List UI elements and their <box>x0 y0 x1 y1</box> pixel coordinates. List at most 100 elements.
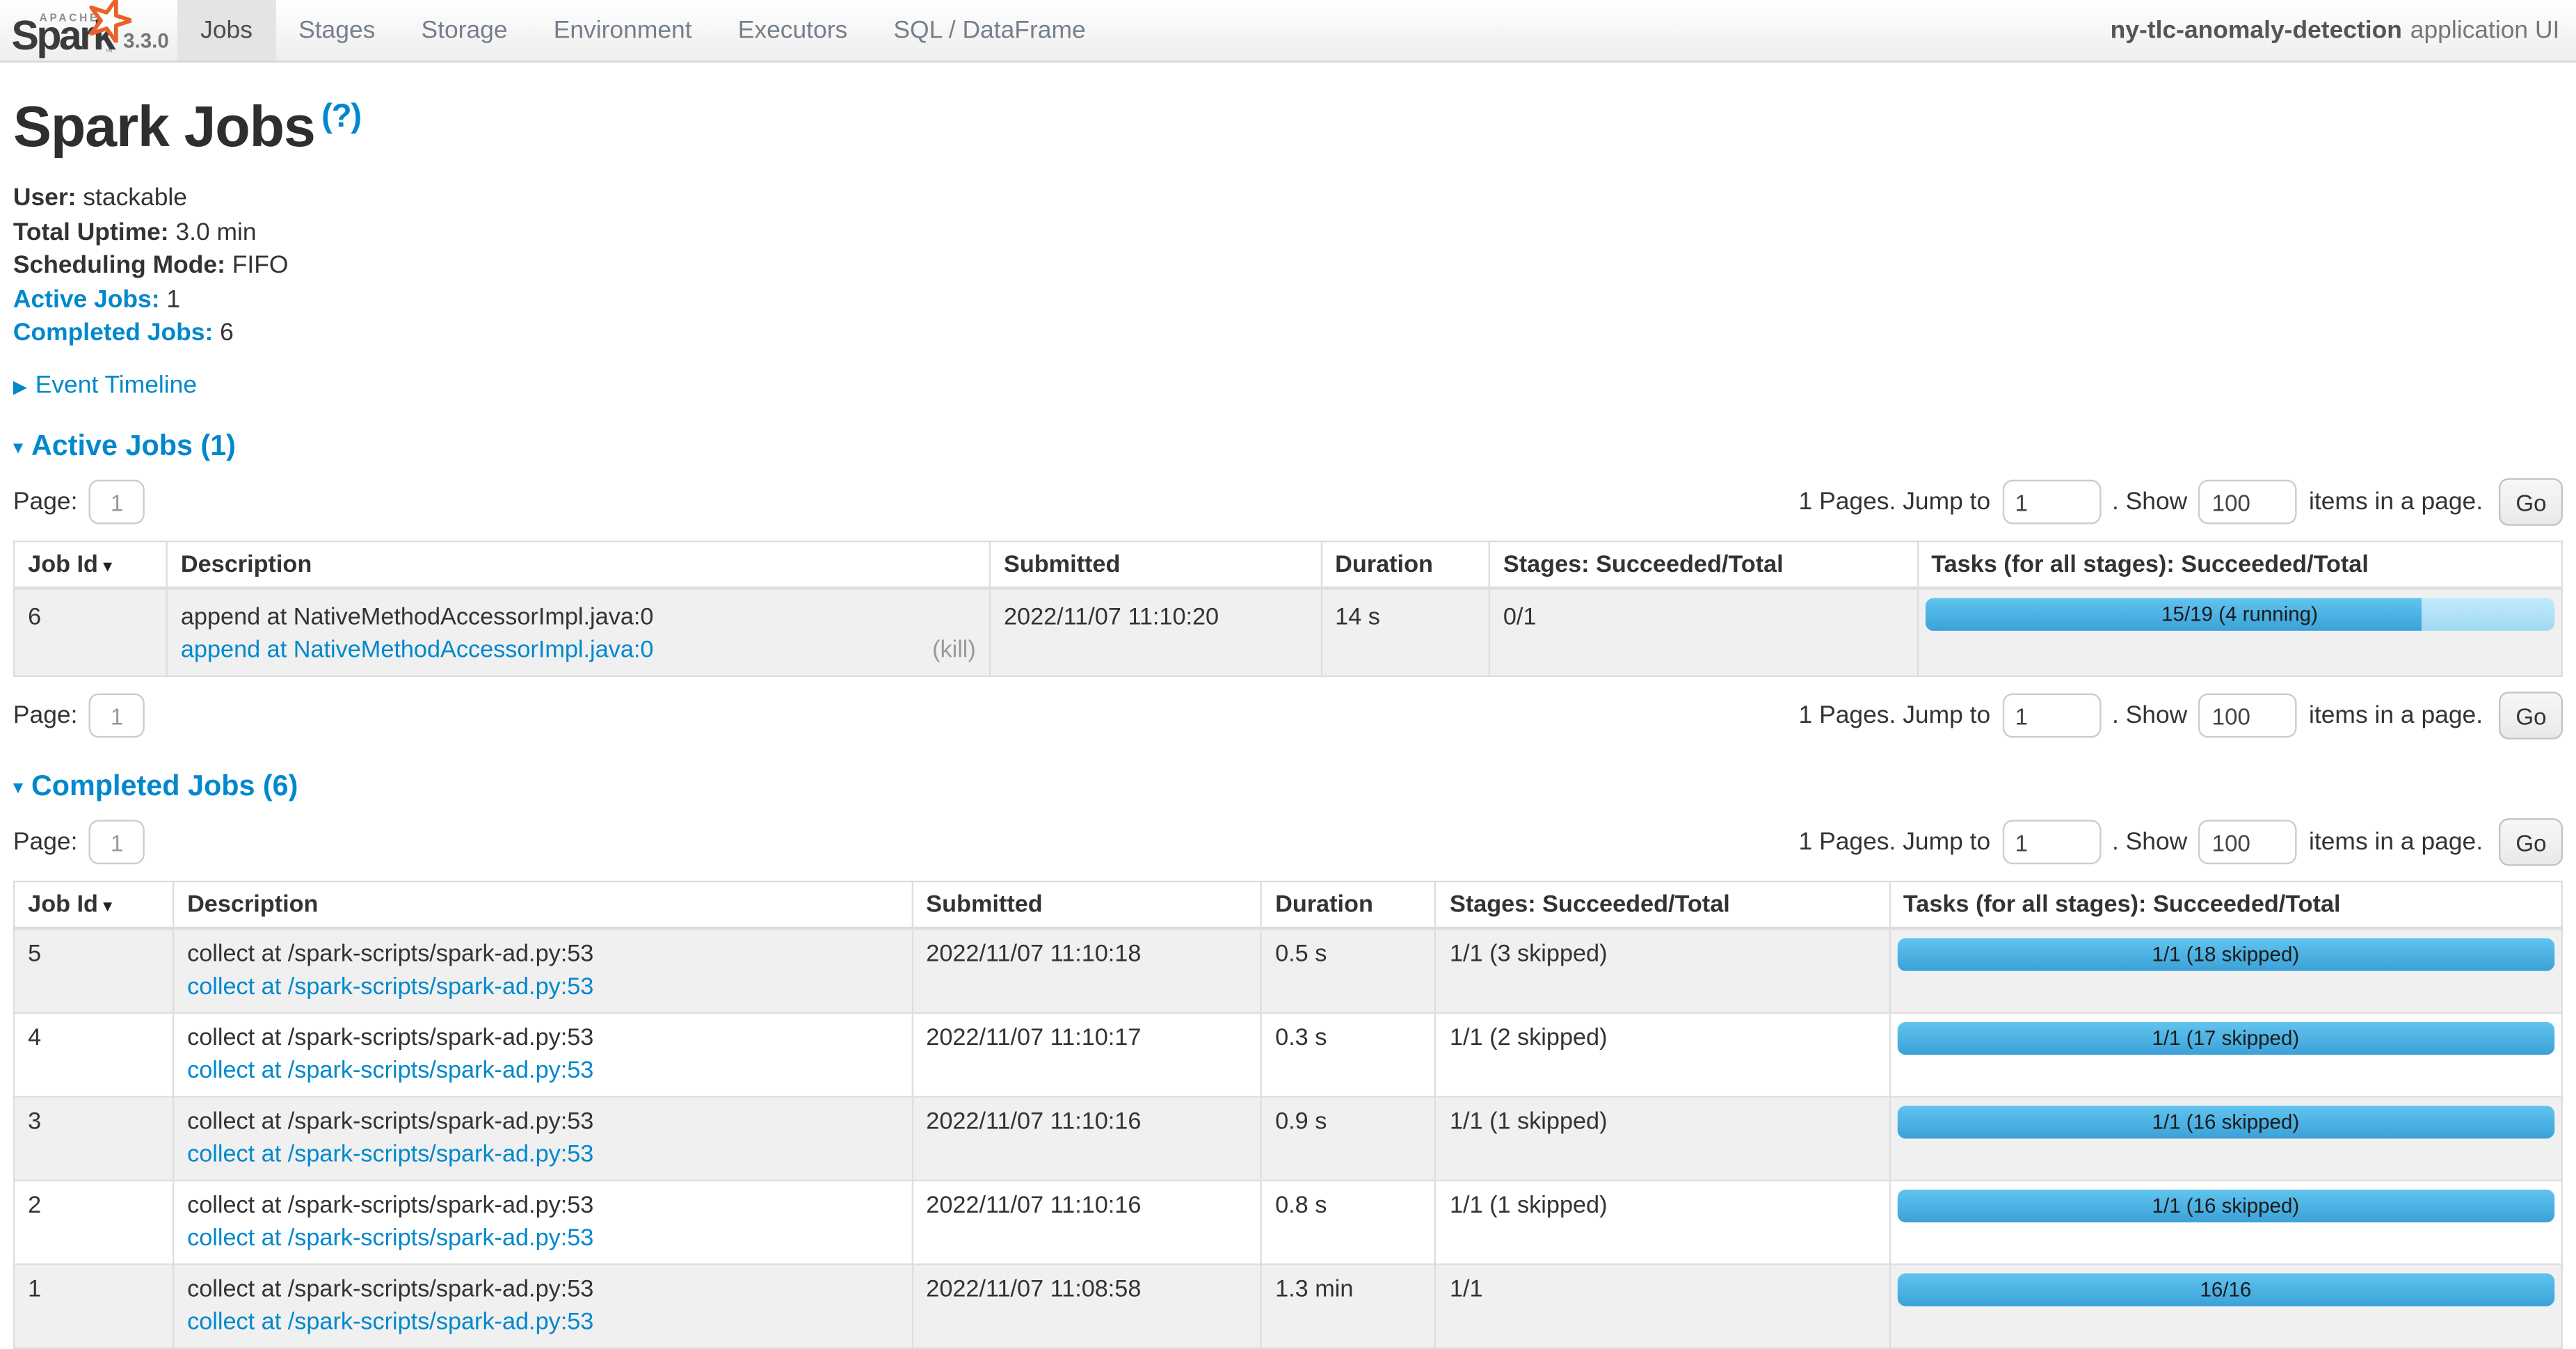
pages-text: 1 Pages. Jump to <box>1799 828 1991 856</box>
duration-cell: 0.8 s <box>1261 1181 1436 1264</box>
application-name-bold: ny-tlc-anomaly-detection <box>2111 17 2402 45</box>
table-row: 2 collect at /spark-scripts/spark-ad.py:… <box>14 1181 2562 1264</box>
table-row: 6 append at NativeMethodAccessorImpl.jav… <box>14 588 2562 676</box>
active-jobs-link[interactable]: Active Jobs: <box>13 285 160 313</box>
tab-sql-dataframe[interactable]: SQL / DataFrame <box>870 0 1108 61</box>
jump-to-input[interactable] <box>2002 820 2101 864</box>
job-description-text: collect at /spark-scripts/spark-ad.py:53 <box>187 1277 898 1303</box>
job-id-cell: 1 <box>14 1264 173 1348</box>
col-header-duration[interactable]: Duration <box>1261 881 1436 928</box>
job-detail-link[interactable]: collect at /spark-scripts/spark-ad.py:53 <box>187 1058 593 1085</box>
duration-cell: 0.3 s <box>1261 1013 1436 1096</box>
tab-jobs[interactable]: Jobs <box>177 0 275 61</box>
sort-arrow-icon: ▾ <box>103 896 112 916</box>
application-name-suffix: application UI <box>2410 17 2560 45</box>
items-per-page-input[interactable] <box>2199 820 2298 864</box>
go-button[interactable]: Go <box>2499 692 2563 739</box>
logo-trademark: ™ <box>105 47 113 56</box>
items-per-page-input[interactable] <box>2199 480 2298 525</box>
spark-logo: APACHE Spark ™ 3.3.0 <box>0 0 164 61</box>
page-label: Page: <box>13 488 78 516</box>
job-id-cell: 5 <box>14 928 173 1013</box>
tasks-progress-bar: 1/1 (16 skipped) <box>1896 1105 2554 1138</box>
col-header-description[interactable]: Description <box>167 541 990 588</box>
tasks-progress-cell: 1/1 (16 skipped) <box>1889 1181 2562 1264</box>
items-text: items in a page. <box>2309 701 2483 729</box>
table-header-row: Job Id▾ Description Submitted Duration S… <box>14 541 2562 588</box>
page-selector: Page: <box>13 480 145 525</box>
progress-label: 1/1 (16 skipped) <box>1896 1105 2554 1138</box>
job-summary-list: User: stackable Total Uptime: 3.0 min Sc… <box>13 184 2563 347</box>
tab-stages[interactable]: Stages <box>275 0 398 61</box>
description-cell: collect at /spark-scripts/spark-ad.py:53… <box>173 1264 912 1348</box>
jump-to-input[interactable] <box>2002 480 2101 525</box>
col-header-stages[interactable]: Stages: Succeeded/Total <box>1489 541 1917 588</box>
tasks-progress-bar: 1/1 (17 skipped) <box>1896 1022 2554 1055</box>
progress-label: 1/1 (17 skipped) <box>1896 1022 2554 1055</box>
col-header-tasks[interactable]: Tasks (for all stages): Succeeded/Total <box>1889 881 2562 928</box>
job-description-text: collect at /spark-scripts/spark-ad.py:53 <box>187 1025 898 1052</box>
col-header-job-id[interactable]: Job Id▾ <box>14 881 173 928</box>
job-detail-link[interactable]: collect at /spark-scripts/spark-ad.py:53 <box>187 1226 593 1252</box>
job-detail-link[interactable]: collect at /spark-scripts/spark-ad.py:53 <box>187 974 593 1000</box>
tab-storage[interactable]: Storage <box>398 0 530 61</box>
submitted-cell: 2022/11/07 11:10:16 <box>912 1096 1261 1180</box>
table-header-row: Job Id▾ Description Submitted Duration S… <box>14 881 2562 928</box>
kill-link[interactable]: (kill) <box>932 637 976 664</box>
pagination-controls: 1 Pages. Jump to . Show items in a page.… <box>1799 818 2563 865</box>
col-header-tasks[interactable]: Tasks (for all stages): Succeeded/Total <box>1917 541 2562 588</box>
job-id-cell: 6 <box>14 588 167 676</box>
description-cell: collect at /spark-scripts/spark-ad.py:53… <box>173 928 912 1013</box>
job-id-cell: 4 <box>14 1013 173 1096</box>
submitted-cell: 2022/11/07 11:10:17 <box>912 1013 1261 1096</box>
submitted-cell: 2022/11/07 11:10:16 <box>912 1181 1261 1264</box>
spark-logo-mark: APACHE Spark ™ <box>12 3 117 58</box>
job-id-cell: 3 <box>14 1096 173 1180</box>
pagination-row: Page: 1 Pages. Jump to . Show items in a… <box>13 478 2563 525</box>
summary-active-jobs: Active Jobs: 1 <box>13 285 2563 313</box>
table-row: 4 collect at /spark-scripts/spark-ad.py:… <box>14 1013 2562 1096</box>
collapse-arrow-icon: ▾ <box>13 776 23 799</box>
pages-text: 1 Pages. Jump to <box>1799 701 1991 729</box>
tab-executors[interactable]: Executors <box>715 0 871 61</box>
tasks-progress-cell: 1/1 (17 skipped) <box>1889 1013 2562 1096</box>
event-timeline-toggle[interactable]: ▶Event Timeline <box>13 372 2563 399</box>
page-number-input[interactable] <box>89 820 145 864</box>
stages-cell: 1/1 (1 skipped) <box>1436 1096 1889 1180</box>
page-content: Spark Jobs(?) User: stackable Total Upti… <box>0 95 2576 1349</box>
col-header-duration[interactable]: Duration <box>1321 541 1489 588</box>
page-number-input[interactable] <box>89 480 145 525</box>
table-row: 3 collect at /spark-scripts/spark-ad.py:… <box>14 1096 2562 1180</box>
col-header-description[interactable]: Description <box>173 881 912 928</box>
tasks-progress-bar: 16/16 <box>1896 1273 2554 1306</box>
job-detail-link[interactable]: append at NativeMethodAccessorImpl.java:… <box>181 637 654 664</box>
table-row: 5 collect at /spark-scripts/spark-ad.py:… <box>14 928 2562 1013</box>
page-selector: Page: <box>13 820 145 864</box>
go-button[interactable]: Go <box>2499 478 2563 525</box>
completed-jobs-section-header[interactable]: ▾Completed Jobs (6) <box>13 769 2563 804</box>
jump-to-input[interactable] <box>2002 694 2101 738</box>
col-header-stages[interactable]: Stages: Succeeded/Total <box>1436 881 1889 928</box>
duration-cell: 14 s <box>1321 588 1489 676</box>
pages-text: 1 Pages. Jump to <box>1799 488 1991 516</box>
tasks-progress-bar: 15/19 (4 running) <box>1925 598 2555 631</box>
job-detail-link[interactable]: collect at /spark-scripts/spark-ad.py:53 <box>187 1142 593 1168</box>
tab-environment[interactable]: Environment <box>531 0 715 61</box>
progress-label: 16/16 <box>1896 1273 2554 1306</box>
stages-cell: 1/1 (1 skipped) <box>1436 1181 1889 1264</box>
job-detail-link[interactable]: collect at /spark-scripts/spark-ad.py:53 <box>187 1309 593 1336</box>
help-link[interactable]: (?) <box>321 99 361 135</box>
summary-scheduling-mode: Scheduling Mode: FIFO <box>13 251 2563 279</box>
tasks-progress-bar: 1/1 (18 skipped) <box>1896 938 2554 971</box>
pagination-row: Page: 1 Pages. Jump to . Show items in a… <box>13 818 2563 865</box>
completed-jobs-link[interactable]: Completed Jobs: <box>13 319 213 346</box>
page-number-input[interactable] <box>89 694 145 738</box>
col-header-submitted[interactable]: Submitted <box>990 541 1321 588</box>
items-text: items in a page. <box>2309 488 2483 516</box>
go-button[interactable]: Go <box>2499 818 2563 865</box>
col-header-job-id[interactable]: Job Id▾ <box>14 541 167 588</box>
active-jobs-section-header[interactable]: ▾Active Jobs (1) <box>13 429 2563 463</box>
items-per-page-input[interactable] <box>2199 694 2298 738</box>
col-header-submitted[interactable]: Submitted <box>912 881 1261 928</box>
job-description-text: collect at /spark-scripts/spark-ad.py:53 <box>187 941 898 968</box>
